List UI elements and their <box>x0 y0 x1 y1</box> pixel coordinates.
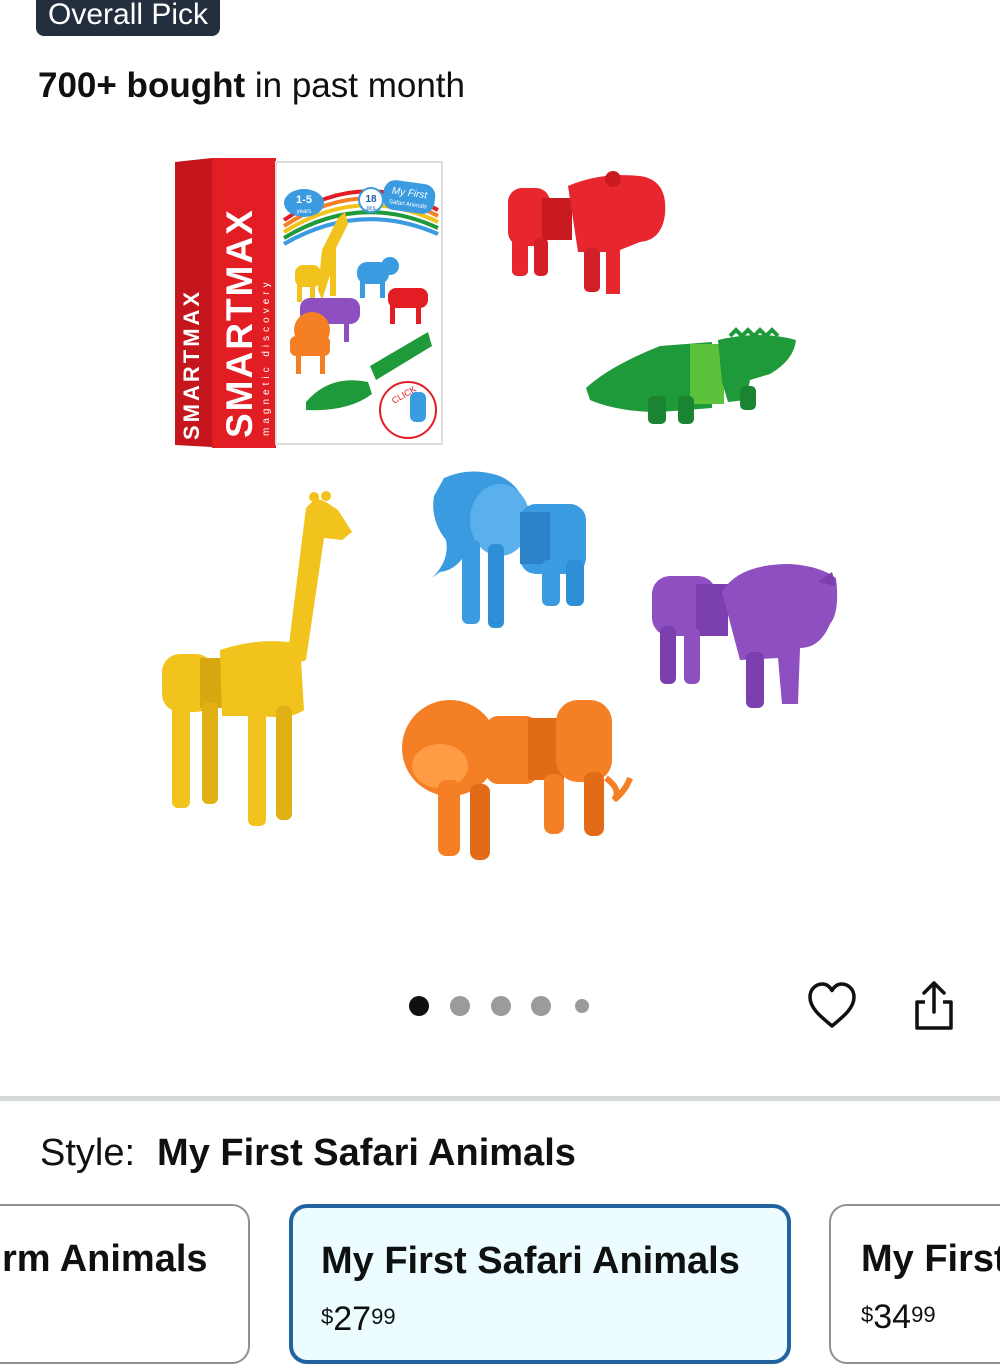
carousel-dot-4[interactable] <box>531 996 551 1016</box>
style-option-next[interactable]: My First $3499 <box>829 1204 1000 1364</box>
rhino-figure <box>652 564 838 708</box>
box-pieces-unit: pcs <box>366 206 375 212</box>
style-option-farm-animals[interactable]: rm Animals <box>0 1204 250 1364</box>
section-divider <box>0 1096 1000 1101</box>
carousel-dot-3[interactable] <box>491 996 511 1016</box>
crocodile-figure <box>586 327 796 424</box>
style-option-name: My First <box>861 1238 1000 1280</box>
box-brand-front: SMARTMAX <box>219 208 260 438</box>
style-option-name: rm Animals <box>2 1238 208 1280</box>
share-icon <box>915 981 953 1030</box>
box-brand-side: SMARTMAX <box>179 289 204 440</box>
box-age: 1-5 <box>296 194 312 206</box>
share-button[interactable] <box>906 978 962 1034</box>
style-selected-label: Style: My First Safari Animals <box>40 1132 576 1175</box>
favorite-button[interactable] <box>804 978 860 1034</box>
carousel-dot-2[interactable] <box>450 996 470 1016</box>
style-option-price: $2799 <box>321 1300 396 1338</box>
overall-pick-badge: Overall Pick <box>36 0 221 36</box>
box-age-unit: years <box>297 209 312 215</box>
style-option-name: My First Safari Animals <box>321 1240 740 1282</box>
carousel-dot-5[interactable] <box>575 999 589 1013</box>
product-image-art: 1-5 years 18 pcs My First Safari Animals… <box>162 158 838 860</box>
box-tagline: magnetic discovery <box>261 278 272 436</box>
bought-count: 700+ bought <box>38 66 246 105</box>
style-option-safari-animals[interactable]: My First Safari Animals $2799 <box>289 1204 791 1364</box>
style-option-price: $3499 <box>861 1298 936 1336</box>
giraffe-figure <box>162 491 352 826</box>
carousel-dot-1[interactable] <box>409 996 429 1016</box>
heart-outline-icon <box>808 982 856 1028</box>
bought-in-past-month: 700+ bought in past month <box>38 66 465 106</box>
product-image[interactable]: 1-5 years 18 pcs My First Safari Animals… <box>0 130 1000 970</box>
elephant-figure <box>432 471 586 628</box>
style-label: Style: <box>40 1132 136 1174</box>
hippo-figure <box>508 171 666 294</box>
product-box: 1-5 years 18 pcs My First Safari Animals… <box>175 158 443 448</box>
lion-figure <box>402 700 633 860</box>
image-carousel-dots[interactable] <box>405 992 605 1020</box>
style-selected-value: My First Safari Animals <box>157 1132 576 1174</box>
box-pieces: 18 <box>365 194 377 205</box>
bought-suffix: in past month <box>245 66 465 105</box>
